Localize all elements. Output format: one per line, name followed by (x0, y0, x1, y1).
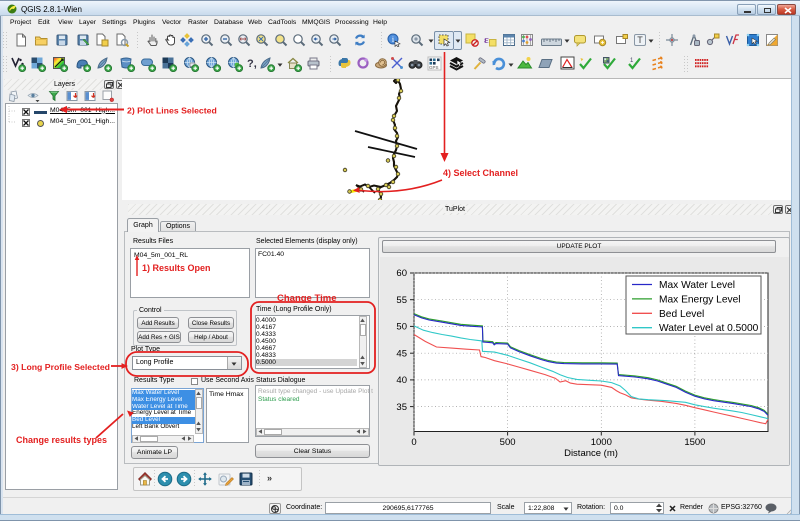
svg-text:1000: 1000 (591, 437, 612, 448)
svg-text:0: 0 (411, 437, 416, 448)
svg-text:Distance (m): Distance (m) (564, 448, 618, 459)
svg-text:60: 60 (396, 268, 407, 279)
svg-text:500: 500 (500, 437, 516, 448)
svg-text:Max Water Level: Max Water Level (659, 280, 735, 291)
svg-text:Water Level at 0.5000: Water Level at 0.5000 (659, 323, 759, 334)
svg-text:40: 40 (396, 375, 407, 386)
svg-text:50: 50 (396, 322, 407, 333)
svg-text:Bed Level: Bed Level (659, 309, 704, 320)
svg-text:?,: ?, (247, 58, 257, 70)
svg-text:45: 45 (396, 348, 407, 359)
svg-text:Max Energy Level: Max Energy Level (659, 294, 741, 305)
svg-text:GPS: GPS (429, 65, 439, 70)
svg-text:55: 55 (396, 295, 407, 306)
svg-text:35: 35 (396, 402, 407, 413)
svg-text:1500: 1500 (684, 437, 705, 448)
svg-text:1: 1 (630, 58, 634, 64)
